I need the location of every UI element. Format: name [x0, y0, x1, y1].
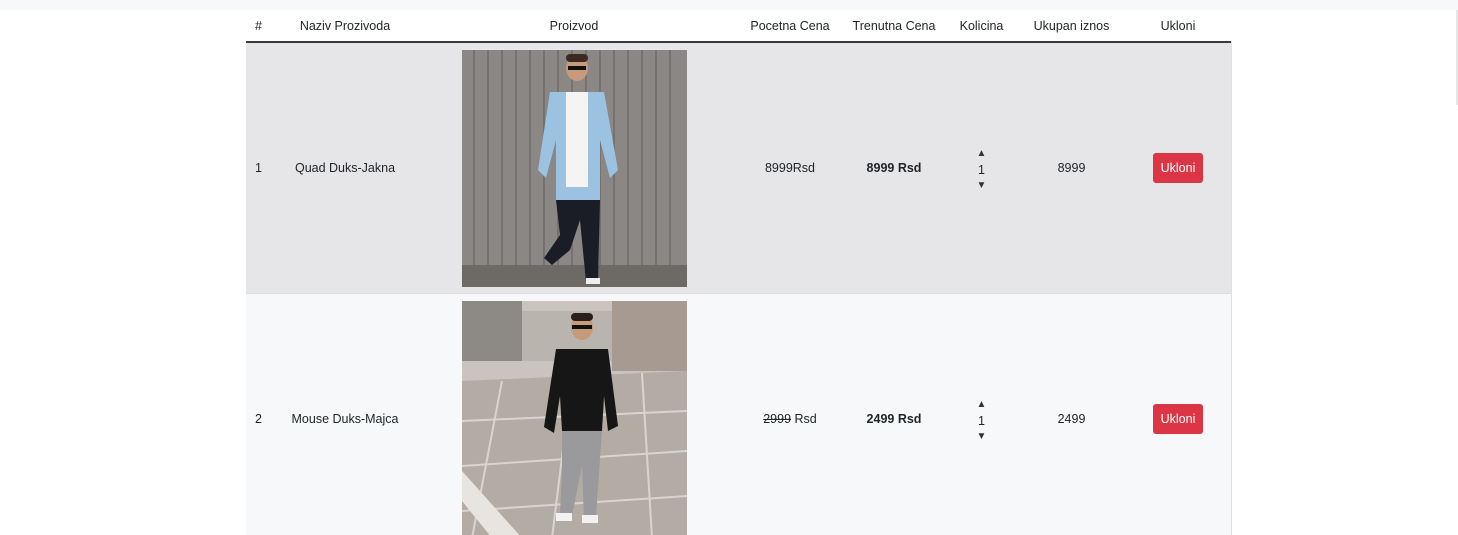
start-price: 8999Rsd: [736, 42, 844, 294]
remove-cell: Ukloni: [1124, 42, 1232, 294]
table-row: 1 Quad Duks-Jakna 8999Rsd 8999 Rsd ▲ 1 ▼…: [246, 42, 1232, 294]
product-image: [461, 49, 687, 287]
start-price-value: 8999Rsd: [764, 161, 816, 175]
cart-page: # Naziv Prozivoda Proizvod Pocetna Cena …: [0, 0, 1458, 535]
quantity-cell: ▲ 1 ▼: [944, 42, 1019, 294]
quantity-stepper[interactable]: ▲ 1 ▼: [977, 399, 987, 443]
header-quantity: Kolicina: [944, 10, 1019, 43]
remove-button[interactable]: Ukloni: [1152, 404, 1204, 434]
header-total: Ukupan iznos: [1019, 10, 1124, 43]
current-price: 8999 Rsd: [844, 42, 944, 294]
header-name: Naziv Prozivoda: [278, 10, 412, 43]
product-image: [461, 300, 687, 535]
total-amount: 2499: [1019, 293, 1124, 535]
table-right-border: [1231, 41, 1232, 535]
top-bar: [0, 0, 1458, 10]
cart-table: # Naziv Prozivoda Proizvod Pocetna Cena …: [246, 10, 1232, 535]
product-name: Mouse Duks-Majca: [278, 293, 412, 535]
quantity-value: 1: [978, 162, 985, 177]
table-header-row: # Naziv Prozivoda Proizvod Pocetna Cena …: [246, 10, 1232, 43]
row-number: 2: [246, 293, 278, 535]
start-price: 2999 Rsd: [736, 293, 844, 535]
product-image-cell: [412, 293, 736, 535]
product-image-cell: [412, 42, 736, 294]
header-start-price: Pocetna Cena: [736, 10, 844, 43]
table-row: 2 Mouse Duks-Majca 2999 Rsd 2499 Rsd ▲ 1…: [246, 293, 1232, 535]
quantity-stepper[interactable]: ▲ 1 ▼: [977, 148, 987, 192]
quantity-value: 1: [978, 413, 985, 428]
remove-cell: Ukloni: [1124, 293, 1232, 535]
product-name: Quad Duks-Jakna: [278, 42, 412, 294]
header-remove: Ukloni: [1124, 10, 1232, 43]
row-number: 1: [246, 42, 278, 294]
quantity-cell: ▲ 1 ▼: [944, 293, 1019, 535]
caret-down-icon[interactable]: ▼: [977, 180, 987, 192]
old-price-value: 2999: [763, 412, 792, 426]
current-price: 2499 Rsd: [844, 293, 944, 535]
header-product: Proizvod: [412, 10, 736, 43]
total-amount: 8999: [1019, 42, 1124, 294]
header-current-price: Trenutna Cena: [844, 10, 944, 43]
caret-up-icon[interactable]: ▲: [977, 148, 987, 160]
remove-button[interactable]: Ukloni: [1152, 153, 1204, 183]
caret-down-icon[interactable]: ▼: [977, 431, 987, 443]
old-price-unit: Rsd: [791, 412, 817, 426]
caret-up-icon[interactable]: ▲: [977, 399, 987, 411]
header-num: #: [246, 10, 278, 43]
